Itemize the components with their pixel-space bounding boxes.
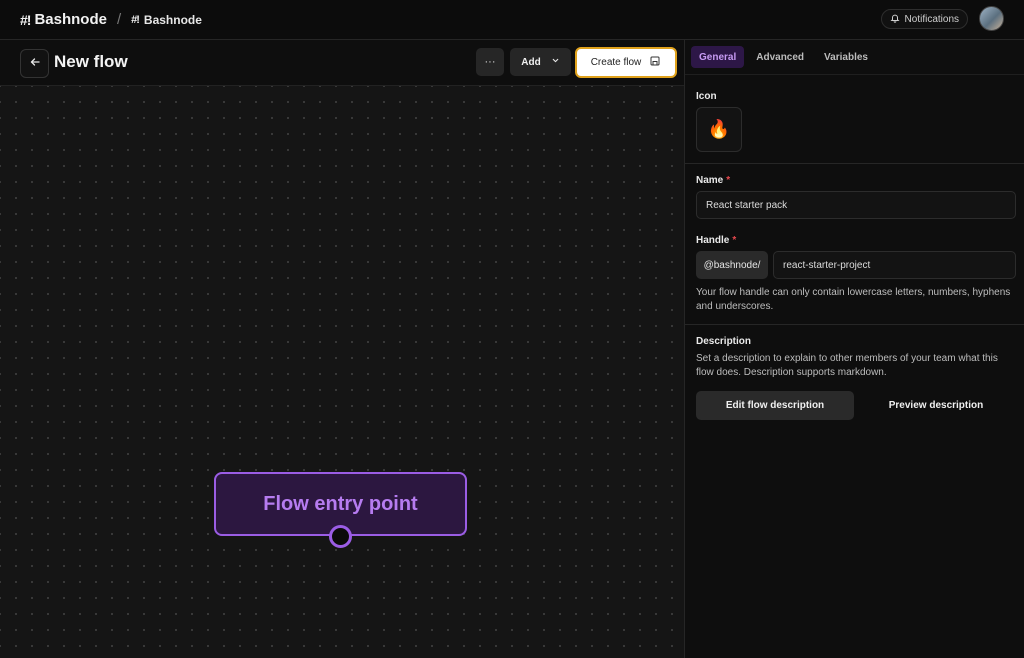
edit-description-button[interactable]: Edit flow description — [696, 391, 854, 420]
flow-canvas[interactable] — [0, 86, 684, 658]
breadcrumb-separator: / — [116, 11, 122, 28]
add-button[interactable]: Add — [510, 48, 571, 76]
notifications-button[interactable]: Notifications — [880, 9, 968, 29]
settings-tabs: General Advanced Variables — [691, 46, 876, 68]
tabs-divider — [685, 74, 1024, 75]
workspace-name: Bashnode — [143, 12, 202, 27]
entry-node-label: Flow entry point — [263, 492, 418, 515]
more-options-button[interactable]: ··· — [476, 48, 504, 76]
section-divider — [685, 324, 1024, 325]
handle-prefix: @bashnode/ — [696, 251, 768, 279]
name-label-text: Name — [696, 175, 724, 186]
tab-variables[interactable]: Variables — [816, 46, 876, 68]
user-avatar[interactable] — [979, 6, 1004, 31]
add-label: Add — [521, 56, 541, 68]
brand-logo[interactable]: #! Bashnode — [20, 11, 107, 28]
handle-label-text: Handle — [696, 235, 730, 246]
create-flow-button[interactable]: Create flow — [575, 47, 677, 78]
handle-input-value: react-starter-project — [783, 259, 871, 271]
notifications-label: Notifications — [904, 13, 959, 25]
fire-icon: 🔥 — [707, 119, 731, 139]
tab-general[interactable]: General — [691, 46, 745, 68]
handle-input[interactable]: react-starter-project — [773, 251, 1016, 279]
name-input-value: React starter pack — [706, 199, 788, 211]
arrow-left-icon — [29, 55, 41, 73]
bell-icon — [889, 13, 900, 26]
flow-header: New flow ··· Add Create flow — [0, 40, 684, 86]
section-divider — [685, 163, 1024, 164]
handle-label: Handle * — [696, 235, 736, 246]
icon-picker[interactable]: 🔥 — [696, 107, 742, 152]
workspace-breadcrumb[interactable]: #! Bashnode — [131, 13, 202, 27]
top-navigation-bar: #! Bashnode / #! Bashnode Notifications — [0, 0, 1024, 40]
workspace-mark: #! — [131, 13, 140, 26]
flow-settings-panel: General Advanced Variables Icon 🔥 Name * … — [684, 40, 1024, 658]
required-marker: * — [726, 175, 731, 186]
required-marker: * — [732, 235, 737, 246]
chevron-down-icon — [551, 56, 560, 68]
name-label: Name * — [696, 175, 730, 186]
save-icon — [649, 55, 661, 70]
create-flow-label: Create flow — [590, 57, 642, 68]
tab-advanced[interactable]: Advanced — [748, 46, 812, 68]
page-title: New flow — [54, 52, 128, 71]
preview-description-button[interactable]: Preview description — [861, 391, 1011, 420]
description-label: Description — [696, 336, 752, 347]
brand-mark: #! — [20, 11, 31, 28]
brand-name: Bashnode — [34, 11, 107, 28]
icon-label: Icon — [696, 91, 717, 102]
back-button[interactable] — [20, 49, 49, 78]
handle-help-text: Your flow handle can only contain lowerc… — [696, 287, 1011, 312]
name-input[interactable]: React starter pack — [696, 191, 1016, 219]
description-help-text: Set a description to explain to other me… — [696, 353, 998, 378]
entry-node-output-handle[interactable] — [329, 525, 352, 548]
